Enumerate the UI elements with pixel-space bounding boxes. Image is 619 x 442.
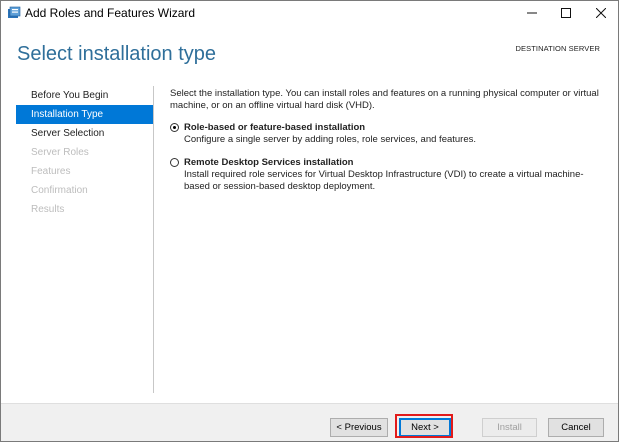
wizard-window: Add Roles and Features Wizard Select ins… bbox=[0, 0, 619, 442]
minimize-icon bbox=[527, 12, 537, 14]
page-title: Select installation type bbox=[17, 43, 217, 65]
radio-selected-dot bbox=[173, 126, 176, 129]
nav-step-installation-type[interactable]: Installation Type bbox=[16, 105, 153, 124]
nav-step-features: Features bbox=[31, 166, 71, 177]
option-description: Configure a single server by adding role… bbox=[184, 134, 477, 145]
previous-button[interactable]: < Previous bbox=[330, 418, 388, 437]
role-based-radio[interactable] bbox=[170, 123, 179, 132]
intro-text: Select the installation type. You can in… bbox=[170, 88, 599, 111]
option-role-based[interactable]: Role-based or feature-based installation… bbox=[170, 122, 610, 146]
next-button-highlight bbox=[395, 414, 453, 438]
maximize-icon bbox=[561, 8, 571, 18]
nav-step-before-you-begin[interactable]: Before You Begin bbox=[16, 86, 153, 105]
nav-step-server-selection[interactable]: Server Selection bbox=[16, 124, 153, 143]
option-remote-desktop[interactable]: Remote Desktop Services installation Ins… bbox=[170, 157, 610, 193]
nav-step-results: Results bbox=[31, 204, 65, 215]
cancel-button[interactable]: Cancel bbox=[548, 418, 604, 437]
remote-desktop-radio[interactable] bbox=[170, 158, 179, 167]
main-content: Select the installation type. You can in… bbox=[170, 88, 610, 204]
option-title[interactable]: Role-based or feature-based installation bbox=[184, 122, 610, 134]
wizard-steps-nav: Before You Begin Installation Type Serve… bbox=[16, 86, 154, 393]
button-bar: < Previous Next > Install Cancel bbox=[1, 403, 618, 441]
nav-step-server-roles: Server Roles bbox=[31, 147, 89, 158]
option-description: Install required role services for Virtu… bbox=[184, 169, 584, 192]
close-button[interactable] bbox=[584, 1, 618, 25]
wizard-header: Select installation type DESTINATION SER… bbox=[1, 25, 618, 79]
close-icon bbox=[596, 8, 606, 18]
destination-server-label: DESTINATION SERVER bbox=[515, 44, 600, 53]
option-title[interactable]: Remote Desktop Services installation bbox=[184, 157, 610, 169]
window-title: Add Roles and Features Wizard bbox=[25, 6, 196, 20]
server-manager-icon bbox=[7, 6, 21, 19]
title-bar: Add Roles and Features Wizard bbox=[1, 1, 618, 25]
minimize-button[interactable] bbox=[515, 1, 549, 25]
nav-step-confirmation: Confirmation bbox=[31, 185, 88, 196]
install-button: Install bbox=[482, 418, 537, 437]
maximize-button[interactable] bbox=[549, 1, 583, 25]
